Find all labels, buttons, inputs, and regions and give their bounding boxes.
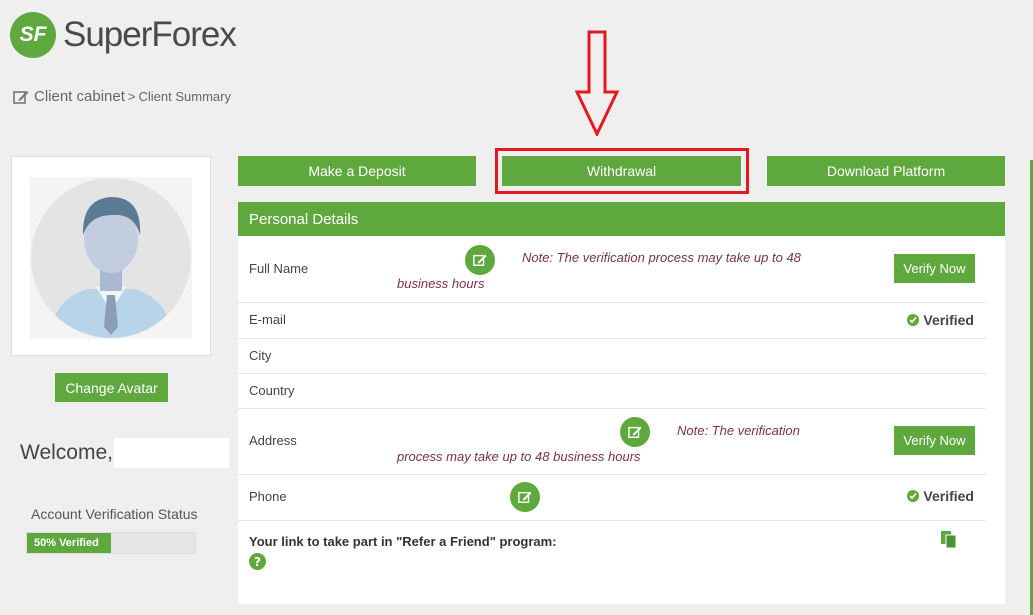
- edit-icon: [473, 254, 487, 266]
- row-label: Address: [249, 433, 297, 448]
- verified-text: Verified: [923, 312, 974, 328]
- logo-mark: SF: [10, 12, 56, 58]
- detail-row-country: Country: [238, 373, 986, 409]
- avatar-card: [11, 156, 211, 356]
- verification-status-label: Account Verification Status: [31, 506, 198, 522]
- personal-details-panel: Personal Details Full Name Note: The ver…: [238, 202, 1005, 604]
- withdrawal-button[interactable]: Withdrawal: [502, 156, 741, 186]
- logo-text: SuperForex: [63, 15, 237, 54]
- row-label: Full Name: [249, 261, 309, 276]
- verify-now-button[interactable]: Verify Now: [894, 254, 975, 283]
- edit-full-name-button[interactable]: [465, 245, 495, 275]
- breadcrumb-separator: >: [127, 89, 136, 104]
- logo[interactable]: SF SuperForex: [10, 12, 237, 58]
- welcome-username-redacted: [114, 438, 229, 468]
- refer-a-friend-label: Your link to take part in "Refer a Frien…: [249, 534, 557, 549]
- welcome-text: Welcome,: [20, 441, 113, 464]
- copy-link-icon[interactable]: [940, 530, 958, 549]
- verification-progress-fill: 50% Verified: [27, 533, 111, 553]
- detail-row-email: E-mail Verified: [238, 302, 986, 339]
- verified-status: Verified: [907, 488, 974, 504]
- help-icon[interactable]: ?: [249, 553, 266, 570]
- change-avatar-button[interactable]: Change Avatar: [55, 373, 168, 402]
- verified-status: Verified: [907, 312, 974, 328]
- detail-row-phone: Phone Verified: [238, 474, 986, 521]
- download-platform-button[interactable]: Download Platform: [767, 156, 1005, 186]
- personal-details-title: Personal Details: [238, 202, 1005, 236]
- verification-note-line2: business hours: [397, 276, 485, 291]
- breadcrumb: Client cabinet > Client Summary: [13, 88, 231, 105]
- verification-note-line1: Note: The verification process may take …: [522, 250, 801, 265]
- detail-row-address: Address Note: The verification process m…: [238, 408, 986, 475]
- verify-now-button[interactable]: Verify Now: [894, 426, 975, 455]
- verification-note-line1: Note: The verification: [677, 423, 800, 438]
- check-icon: [907, 490, 920, 502]
- verification-note-line2: process may take up to 48 business hours: [397, 449, 641, 464]
- make-deposit-button[interactable]: Make a Deposit: [238, 156, 476, 186]
- edit-address-button[interactable]: [620, 417, 650, 447]
- check-icon: [907, 314, 920, 326]
- edit-icon: [628, 426, 642, 438]
- edit-phone-button[interactable]: [510, 482, 540, 512]
- verification-progress-bar: 50% Verified: [26, 532, 196, 554]
- row-label: City: [249, 348, 272, 363]
- avatar: [30, 177, 192, 339]
- row-label: Country: [249, 383, 295, 398]
- detail-row-full-name: Full Name Note: The verification process…: [238, 236, 986, 303]
- breadcrumb-root[interactable]: Client cabinet: [34, 88, 125, 105]
- edit-icon: [13, 90, 29, 104]
- user-silhouette-icon: [31, 178, 191, 338]
- detail-row-city: City: [238, 338, 986, 374]
- edit-icon: [518, 491, 532, 503]
- verified-text: Verified: [923, 488, 974, 504]
- breadcrumb-current: Client Summary: [138, 89, 231, 104]
- down-arrow-annotation-icon: [575, 30, 619, 136]
- row-label: Phone: [249, 489, 287, 504]
- row-label: E-mail: [249, 312, 286, 327]
